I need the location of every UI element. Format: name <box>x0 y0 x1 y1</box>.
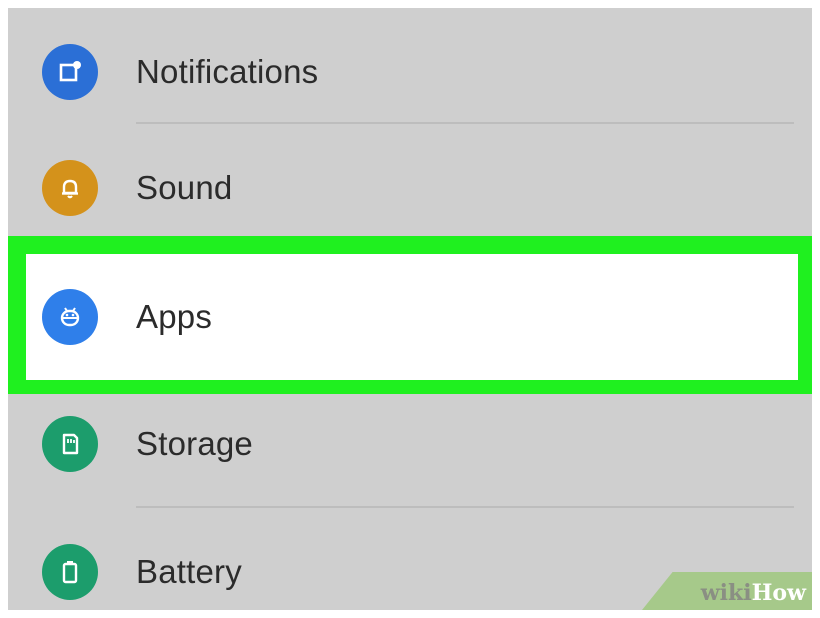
settings-item-label: Sound <box>136 169 233 206</box>
sd-card-icon <box>42 416 98 472</box>
settings-item-label: Storage <box>136 425 253 462</box>
bell-icon <box>42 160 98 216</box>
android-icon <box>42 289 98 345</box>
wikihow-watermark: wikiHow <box>642 572 812 610</box>
settings-screen: Notifications Sound Apps Storage Battery… <box>8 8 812 610</box>
settings-item-label: Notifications <box>136 53 319 90</box>
settings-item-sound[interactable]: Sound <box>8 124 812 252</box>
watermark-text: wikiHow <box>700 580 806 606</box>
notifications-icon <box>42 44 98 100</box>
battery-icon <box>42 544 98 600</box>
settings-item-label: Apps <box>136 298 213 335</box>
settings-item-label: Battery <box>136 553 242 590</box>
highlight-frame: Apps <box>8 236 812 394</box>
settings-item-apps[interactable]: Apps <box>26 254 798 380</box>
settings-item-notifications[interactable]: Notifications <box>8 8 812 136</box>
settings-item-storage[interactable]: Storage <box>8 380 812 508</box>
